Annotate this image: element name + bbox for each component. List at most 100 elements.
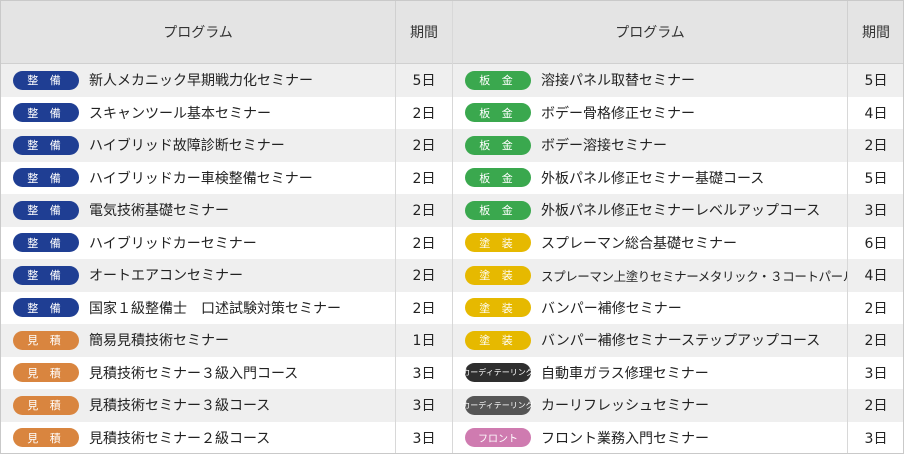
category-badge: 整 備 — [13, 70, 79, 90]
table-row: 整 備ハイブリッド故障診断セミナー 2日 — [1, 129, 452, 162]
table-row: 見 積見積技術セミナー２級コース 3日 — [1, 421, 452, 453]
duration-cell: 2日 — [395, 291, 452, 324]
duration-cell: 2日 — [395, 194, 452, 227]
program-cell: 板 金ボデー骨格修正セミナー — [453, 103, 847, 123]
duration-cell: 2日 — [847, 291, 903, 324]
category-badge: 板 金 — [465, 103, 531, 123]
program-cell: 整 備ハイブリッドカー車検整備セミナー — [1, 168, 395, 188]
category-badge: 板 金 — [465, 70, 531, 90]
duration-cell: 2日 — [395, 161, 452, 194]
header-row: プログラム 期間 — [453, 1, 903, 64]
category-badge: 板 金 — [465, 168, 531, 188]
header-days: 期間 — [847, 1, 903, 63]
table-row: 板 金溶接パネル取替セミナー 5日 — [453, 64, 903, 97]
program-table: プログラム 期間 整 備新人メカニック早期戦力化セミナー 5日整 備スキャンツール… — [0, 0, 904, 454]
program-cell: 塗 装スプレーマン上塗りセミナーメタリック・３コートパールコース — [453, 265, 847, 285]
table-row: 整 備ハイブリッドカー車検整備セミナー 2日 — [1, 161, 452, 194]
category-badge: 整 備 — [13, 103, 79, 123]
duration-cell: 3日 — [395, 389, 452, 422]
table-row: 整 備国家１級整備士 口述試験対策セミナー 2日 — [1, 291, 452, 324]
program-name: 電気技術基礎セミナー — [89, 203, 229, 220]
category-badge: 見 積 — [13, 428, 79, 448]
program-name: 見積技術セミナー３級入門コース — [89, 365, 299, 382]
table-row: 整 備オートエアコンセミナー 2日 — [1, 259, 452, 292]
table-row: カーディテーリング カーリフレッシュセミナー 2日 — [453, 389, 903, 422]
duration-cell: 3日 — [395, 356, 452, 389]
category-badge: 板 金 — [465, 135, 531, 155]
program-cell: 整 備スキャンツール基本セミナー — [1, 103, 395, 123]
program-name: 外板パネル修正セミナー基礎コース — [541, 170, 765, 187]
category-badge: 板 金 — [465, 200, 531, 220]
table-row: フロント フロント業務入門セミナー 3日 — [453, 421, 903, 453]
duration-cell: 5日 — [395, 64, 452, 97]
program-cell: 見 積見積技術セミナー３級コース — [1, 395, 395, 415]
table-row: 塗 装スプレーマン上塗りセミナーメタリック・３コートパールコース4日 — [453, 259, 903, 292]
program-name: ハイブリッドカー車検整備セミナー — [89, 170, 313, 187]
program-cell: 板 金外板パネル修正セミナーレベルアップコース — [453, 200, 847, 220]
duration-cell: 3日 — [847, 356, 903, 389]
program-cell: 見 積簡易見積技術セミナー — [1, 330, 395, 350]
table-row: 見 積見積技術セミナー３級コース 3日 — [1, 389, 452, 422]
category-badge: カーディテーリング — [462, 363, 534, 383]
table-row: カーディテーリング 自動車ガラス修理セミナー 3日 — [453, 356, 903, 389]
duration-cell: 1日 — [395, 324, 452, 357]
program-name: スキャンツール基本セミナー — [89, 105, 271, 122]
program-cell: 整 備オートエアコンセミナー — [1, 265, 395, 285]
table-row: 塗 装スプレーマン総合基礎セミナー 6日 — [453, 226, 903, 259]
program-cell: 板 金外板パネル修正セミナー基礎コース — [453, 168, 847, 188]
program-name: ボデー骨格修正セミナー — [541, 105, 695, 122]
header-row: プログラム 期間 — [1, 1, 452, 64]
program-name: 自動車ガラス修理セミナー — [541, 365, 709, 382]
right-table-body: 板 金溶接パネル取替セミナー 5日板 金ボデー骨格修正セミナー 4日板 金ボデー溶接… — [453, 64, 903, 453]
category-badge: 見 積 — [13, 395, 79, 415]
table-row: 整 備スキャンツール基本セミナー 2日 — [1, 96, 452, 129]
duration-cell: 4日 — [847, 96, 903, 129]
program-cell: 整 備国家１級整備士 口述試験対策セミナー — [1, 298, 395, 318]
program-name: 国家１級整備士 口述試験対策セミナー — [89, 300, 341, 317]
duration-cell: 2日 — [395, 259, 452, 292]
duration-cell: 4日 — [847, 259, 903, 292]
program-cell: カーディテーリング 自動車ガラス修理セミナー — [453, 363, 847, 383]
table-row: 塗 装バンパー補修セミナーステップアップコース 2日 — [453, 324, 903, 357]
program-cell: 整 備ハイブリッドカーセミナー — [1, 233, 395, 253]
program-cell: 見 積見積技術セミナー３級入門コース — [1, 363, 395, 383]
table-row: 見 積簡易見積技術セミナー 1日 — [1, 324, 452, 357]
duration-cell: 5日 — [847, 64, 903, 97]
program-cell: フロント フロント業務入門セミナー — [453, 428, 847, 448]
program-name: 見積技術セミナー３級コース — [89, 398, 271, 415]
table-row: 見 積見積技術セミナー３級入門コース 3日 — [1, 356, 452, 389]
duration-cell: 2日 — [847, 389, 903, 422]
header-program: プログラム — [615, 25, 685, 41]
header-days: 期間 — [395, 1, 452, 63]
program-cell: 整 備電気技術基礎セミナー — [1, 200, 395, 220]
category-badge: フロント — [465, 428, 531, 448]
program-name: バンパー補修セミナー — [541, 300, 682, 317]
table-row: 板 金ボデー骨格修正セミナー 4日 — [453, 96, 903, 129]
program-name: カーリフレッシュセミナー — [541, 398, 709, 415]
header-program: プログラム — [163, 25, 233, 41]
left-table: プログラム 期間 整 備新人メカニック早期戦力化セミナー 5日整 備スキャンツール… — [1, 1, 452, 453]
category-badge: 整 備 — [13, 200, 79, 220]
program-name: 見積技術セミナー２級コース — [89, 430, 271, 447]
program-cell: 塗 装スプレーマン総合基礎セミナー — [453, 233, 847, 253]
program-name: ボデー溶接セミナー — [541, 138, 667, 155]
category-badge: カーディテーリング — [462, 395, 534, 415]
table-row: 板 金外板パネル修正セミナーレベルアップコース 3日 — [453, 194, 903, 227]
right-table: プログラム 期間 板 金溶接パネル取替セミナー 5日板 金ボデー骨格修正セミナー 4… — [452, 1, 903, 453]
category-badge: 整 備 — [13, 135, 79, 155]
program-name: フロント業務入門セミナー — [541, 430, 709, 447]
category-badge: 塗 装 — [465, 265, 531, 285]
program-cell: 板 金溶接パネル取替セミナー — [453, 70, 847, 90]
program-cell: カーディテーリング カーリフレッシュセミナー — [453, 395, 847, 415]
category-badge: 塗 装 — [465, 233, 531, 253]
program-name: スプレーマン上塗りセミナーメタリック・３コートパールコース — [541, 268, 847, 284]
program-cell: 整 備ハイブリッド故障診断セミナー — [1, 135, 395, 155]
category-badge: 見 積 — [13, 363, 79, 383]
duration-cell: 2日 — [395, 96, 452, 129]
duration-cell: 3日 — [847, 421, 903, 453]
program-name: ハイブリッドカーセミナー — [89, 235, 257, 252]
program-name: 外板パネル修正セミナーレベルアップコース — [541, 203, 821, 220]
program-name: オートエアコンセミナー — [89, 268, 243, 285]
category-badge: 整 備 — [13, 168, 79, 188]
program-cell: 見 積見積技術セミナー２級コース — [1, 428, 395, 448]
